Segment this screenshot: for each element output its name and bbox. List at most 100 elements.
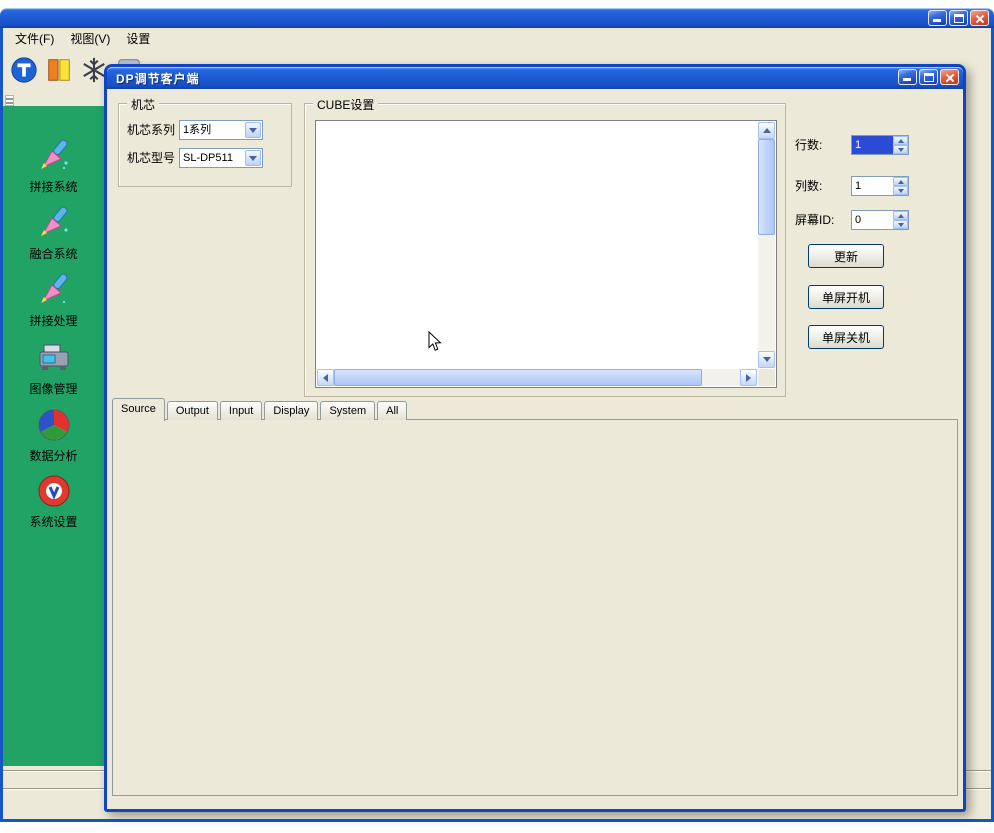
arrow-down-icon: [763, 357, 771, 366]
dp-client-dialog: DP调节客户端 机芯 机芯系列 1系列 机芯型号 SL-DP511: [104, 64, 966, 812]
dialog-title: DP调节客户端: [116, 70, 200, 87]
combo-value: SL-DP511: [180, 149, 244, 167]
horizontal-scroll-thumb[interactable]: [334, 369, 702, 386]
tab-strip: Source Output Input Display System All: [112, 398, 409, 420]
cube-group-label: CUBE设置: [313, 96, 378, 113]
desktop: 文件(F) 视图(V) 设置 拼接系统 融合系统 拼接处理: [0, 0, 994, 833]
dialog-maximize-button[interactable]: [919, 69, 938, 85]
spin-up-icon[interactable]: [893, 136, 908, 145]
vertical-scroll-thumb[interactable]: [758, 139, 775, 235]
core-series-label: 机芯系列: [127, 120, 175, 140]
core-group: 机芯 机芯系列 1系列 机芯型号 SL-DP511: [118, 103, 292, 187]
brush-icon: [36, 272, 72, 308]
spinner-value[interactable]: 1: [852, 136, 893, 154]
spin-down-icon[interactable]: [893, 145, 908, 154]
sidebar-item-fusion-system[interactable]: 融合系统: [3, 205, 104, 262]
text-tool-icon[interactable]: [9, 55, 39, 85]
sidebar-item-image-management[interactable]: 图像管理: [3, 340, 104, 397]
scroll-down-button[interactable]: [758, 351, 775, 368]
cube-canvas[interactable]: [315, 120, 777, 388]
tab-output[interactable]: Output: [167, 401, 218, 420]
main-close-button[interactable]: [970, 10, 989, 26]
maximize-icon: [954, 14, 964, 23]
core-model-combo[interactable]: SL-DP511: [179, 148, 263, 168]
combo-dropdown-icon[interactable]: [245, 122, 261, 138]
main-window-buttons: [928, 10, 989, 26]
arrow-up-icon: [763, 124, 771, 133]
spin-up-icon[interactable]: [893, 177, 908, 186]
menu-settings[interactable]: 设置: [118, 28, 158, 49]
single-screen-power-on-button[interactable]: 单屏开机: [808, 285, 884, 309]
cube-horizontal-scrollbar[interactable]: [317, 369, 757, 386]
tab-display[interactable]: Display: [264, 401, 318, 420]
sidebar: 拼接系统 融合系统 拼接处理 图像管理 数据分析 系统设置: [3, 106, 104, 766]
rows-label: 行数:: [795, 135, 822, 155]
dialog-body: 机芯 机芯系列 1系列 机芯型号 SL-DP511 CUBE设置: [107, 89, 963, 809]
spinner-arrows[interactable]: [893, 136, 908, 154]
system-badge-icon: [36, 473, 72, 509]
dialog-minimize-button[interactable]: [898, 69, 917, 85]
single-screen-power-off-button[interactable]: 单屏关机: [808, 325, 884, 349]
spinner-arrows[interactable]: [893, 211, 908, 229]
scroll-up-button[interactable]: [758, 122, 775, 139]
close-icon: [971, 11, 988, 25]
dialog-titlebar[interactable]: DP调节客户端: [107, 67, 963, 89]
minimize-icon: [903, 78, 911, 81]
core-series-combo[interactable]: 1系列: [179, 120, 263, 140]
menu-bar: 文件(F) 视图(V) 设置: [3, 28, 991, 48]
sidebar-item-data-analysis[interactable]: 数据分析: [3, 407, 104, 464]
scroll-right-button[interactable]: [740, 369, 757, 386]
sidebar-item-splice-system[interactable]: 拼接系统: [3, 138, 104, 195]
minimize-icon: [933, 19, 941, 22]
tab-all[interactable]: All: [377, 401, 407, 420]
spinner-value[interactable]: 1: [852, 177, 893, 195]
sidebar-item-label: 图像管理: [3, 380, 104, 397]
menu-view[interactable]: 视图(V): [62, 28, 118, 49]
maximize-icon: [924, 73, 934, 82]
spinner-arrows[interactable]: [893, 177, 908, 195]
update-button[interactable]: 更新: [808, 244, 884, 268]
combo-value: 1系列: [180, 121, 244, 139]
printer-icon: [36, 340, 72, 376]
dialog-window-buttons: [898, 69, 959, 85]
menu-file[interactable]: 文件(F): [7, 28, 62, 49]
combo-dropdown-icon[interactable]: [245, 150, 261, 166]
cols-spinner[interactable]: 1: [851, 176, 909, 196]
core-model-label: 机芯型号: [127, 148, 175, 168]
arrow-right-icon: [746, 374, 755, 382]
spin-down-icon[interactable]: [893, 186, 908, 195]
scroll-left-button[interactable]: [317, 369, 334, 386]
brush-icon: [36, 205, 72, 241]
cube-vertical-scrollbar[interactable]: [758, 122, 775, 368]
cube-group: CUBE设置: [304, 103, 786, 397]
tab-source[interactable]: Source: [112, 398, 165, 421]
spin-up-icon[interactable]: [893, 211, 908, 220]
tab-panel: [112, 419, 958, 796]
brush-icon: [36, 138, 72, 174]
sidebar-item-label: 系统设置: [3, 513, 104, 530]
arrow-left-icon: [319, 374, 328, 382]
spin-down-icon[interactable]: [893, 220, 908, 229]
core-group-label: 机芯: [127, 96, 159, 113]
sidebar-item-label: 数据分析: [3, 447, 104, 464]
sidebar-item-label: 拼接处理: [3, 312, 104, 329]
sidebar-item-system-settings[interactable]: 系统设置: [3, 473, 104, 530]
screen-id-spinner[interactable]: 0: [851, 210, 909, 230]
main-window-titlebar[interactable]: [0, 8, 994, 28]
tab-input[interactable]: Input: [220, 401, 262, 420]
toolbar-grip[interactable]: [5, 95, 14, 106]
screen-id-label: 屏幕ID:: [795, 210, 834, 230]
scrollbar-corner: [758, 369, 775, 386]
mouse-cursor-icon: [428, 331, 442, 352]
color-wheel-icon: [36, 407, 72, 443]
layout-panels-icon[interactable]: [44, 55, 74, 85]
spinner-value[interactable]: 0: [852, 211, 893, 229]
tab-system[interactable]: System: [320, 401, 375, 420]
sidebar-item-splice-process[interactable]: 拼接处理: [3, 272, 104, 329]
sidebar-item-label: 融合系统: [3, 245, 104, 262]
close-icon: [941, 70, 958, 84]
main-minimize-button[interactable]: [928, 10, 947, 26]
rows-spinner[interactable]: 1: [851, 135, 909, 155]
dialog-close-button[interactable]: [940, 69, 959, 85]
main-maximize-button[interactable]: [949, 10, 968, 26]
